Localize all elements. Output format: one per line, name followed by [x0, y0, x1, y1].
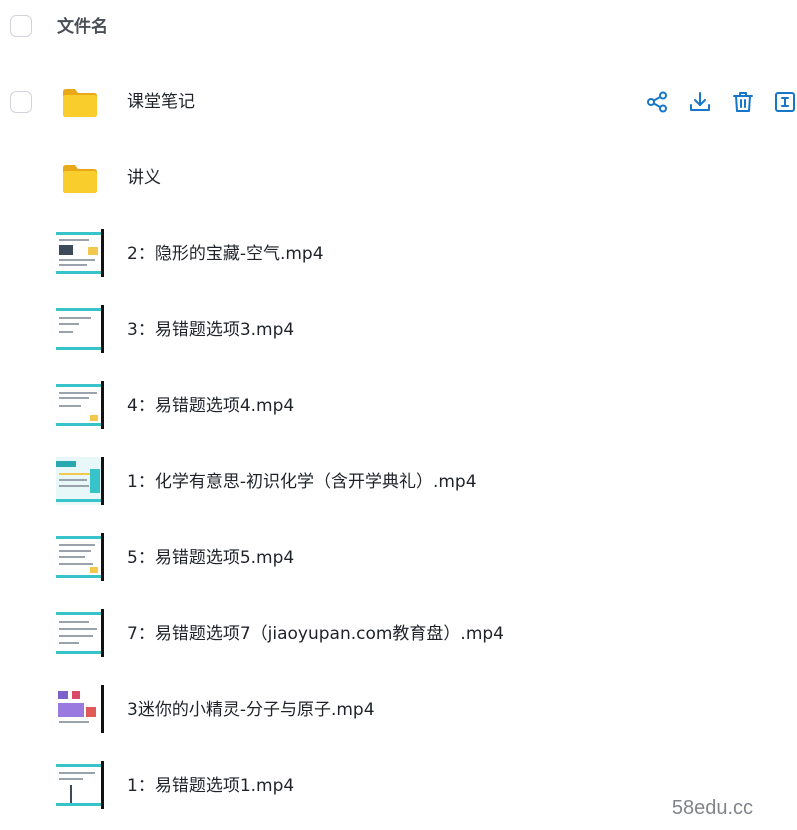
file-row[interactable]: 4：易错题选项4.mp4: [0, 368, 797, 444]
file-name[interactable]: 1：易错题选项1.mp4: [127, 775, 294, 797]
video-thumbnail: [56, 457, 104, 505]
video-thumbnail: [56, 533, 104, 581]
file-row[interactable]: 5：易错题选项5.mp4: [0, 520, 797, 596]
file-list-header: 文件名: [0, 0, 797, 52]
video-thumbnail: [56, 761, 104, 809]
file-name[interactable]: 7：易错题选项7（jiaoyupan.com教育盘）.mp4: [127, 623, 504, 645]
file-name[interactable]: 4：易错题选项4.mp4: [127, 395, 294, 417]
file-row[interactable]: 7：易错题选项7（jiaoyupan.com教育盘）.mp4: [0, 596, 797, 672]
file-name[interactable]: 3迷你的小精灵-分子与原子.mp4: [127, 699, 375, 721]
file-list: 课堂笔记 讲义 2：隐形的宝藏-空气.mp4 3：易错题选项3.mp4 4：易错…: [0, 64, 797, 824]
video-thumbnail: [56, 305, 104, 353]
file-row[interactable]: 3：易错题选项3.mp4: [0, 292, 797, 368]
file-name[interactable]: 3：易错题选项3.mp4: [127, 319, 294, 341]
file-name[interactable]: 1：化学有意思-初识化学（含开学典礼）.mp4: [127, 471, 477, 493]
file-name[interactable]: 5：易错题选项5.mp4: [127, 547, 294, 569]
file-name[interactable]: 2：隐形的宝藏-空气.mp4: [127, 243, 324, 265]
file-row[interactable]: 课堂笔记: [0, 64, 797, 140]
rename-icon[interactable]: [773, 90, 797, 114]
watermark: 58edu.cc: [671, 797, 753, 819]
share-icon[interactable]: [645, 90, 669, 114]
video-thumbnail: [56, 229, 104, 277]
delete-icon[interactable]: [731, 90, 755, 114]
select-all-checkbox[interactable]: [10, 15, 32, 37]
filename-column-header[interactable]: 文件名: [57, 16, 108, 38]
video-thumbnail: [56, 609, 104, 657]
file-row[interactable]: 2：隐形的宝藏-空气.mp4: [0, 216, 797, 292]
video-thumbnail: [56, 685, 104, 733]
folder-icon: [63, 165, 97, 193]
video-thumbnail: [56, 381, 104, 429]
file-row[interactable]: 讲义: [0, 140, 797, 216]
download-icon[interactable]: [688, 90, 712, 114]
file-name[interactable]: 讲义: [127, 167, 161, 189]
row-actions: [0, 90, 797, 114]
file-row[interactable]: 3迷你的小精灵-分子与原子.mp4: [0, 672, 797, 748]
file-row[interactable]: 1：化学有意思-初识化学（含开学典礼）.mp4: [0, 444, 797, 520]
